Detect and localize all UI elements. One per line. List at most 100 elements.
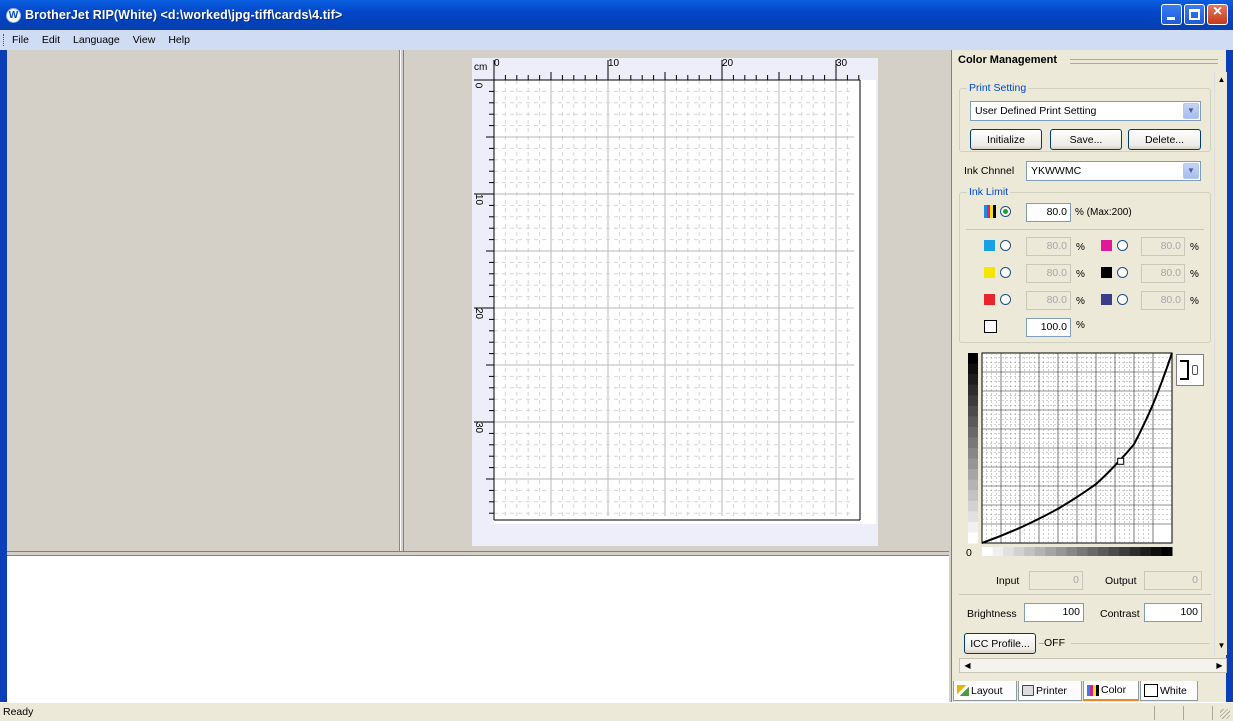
print-setting-select[interactable]: User Defined Print Setting ▼: [970, 101, 1201, 121]
scroll-right-icon[interactable]: ▶: [1212, 659, 1227, 672]
ink-channel-select[interactable]: YKWWMC ▼: [1026, 161, 1201, 181]
blue-radio[interactable]: [1117, 294, 1128, 305]
menu-view[interactable]: View: [133, 34, 156, 46]
black-radio[interactable]: [1117, 267, 1128, 278]
curve-control-point[interactable]: [1117, 457, 1125, 465]
output-field[interactable]: 0: [1144, 571, 1202, 590]
divider: [1071, 643, 1209, 644]
tone-curve-editor[interactable]: [964, 350, 1176, 562]
icc-state-text: OFF: [1044, 637, 1065, 649]
status-cell: [1212, 706, 1213, 720]
yellow-swatch-icon: [984, 267, 995, 278]
percent-label: %: [1076, 242, 1085, 253]
ruler-top-label: 30: [836, 58, 848, 69]
save-button[interactable]: Save...: [1050, 129, 1122, 150]
close-icon: ×: [1212, 3, 1223, 20]
printer-icon: [1022, 685, 1034, 696]
black-swatch-icon: [1101, 267, 1112, 278]
scroll-up-icon[interactable]: ▲: [1215, 73, 1228, 88]
menu-edit[interactable]: Edit: [42, 34, 60, 46]
magenta-limit-field[interactable]: 80.0: [1141, 237, 1185, 256]
color-management-panel: Color Management Print Setting User Defi…: [951, 50, 1227, 702]
ruler-grid[interactable]: [472, 58, 878, 546]
white-icon: [1144, 684, 1158, 697]
tab-color[interactable]: Color: [1083, 681, 1139, 701]
chevron-down-icon[interactable]: ▼: [1183, 163, 1199, 179]
thumbnail-pane[interactable]: [7, 50, 400, 551]
white-swatch-icon: [984, 320, 997, 333]
magenta-radio[interactable]: [1117, 240, 1128, 251]
chevron-down-icon[interactable]: ▼: [1183, 103, 1199, 119]
vertical-scrollbar[interactable]: ▲ ▼: [1214, 72, 1227, 655]
all-colors-icon: [984, 205, 996, 218]
percent-label: %: [1076, 269, 1085, 280]
reset-icon: [1192, 365, 1198, 375]
ink-channel-label: Ink Chnnel: [964, 165, 1015, 177]
contrast-field[interactable]: 100: [1144, 603, 1202, 622]
yellow-radio[interactable]: [1000, 267, 1011, 278]
maximize-button[interactable]: [1184, 4, 1205, 25]
maximize-icon: [1189, 9, 1200, 20]
yellow-limit-field[interactable]: 80.0: [1026, 264, 1071, 283]
initialize-button[interactable]: Initialize: [970, 129, 1042, 150]
window-controls: ×: [1161, 3, 1228, 25]
percent-label: %: [1076, 296, 1085, 307]
brightness-field[interactable]: 100: [1024, 603, 1084, 622]
tab-label: White: [1160, 684, 1187, 697]
tab-printer[interactable]: Printer: [1018, 681, 1082, 701]
percent-label: %: [1076, 320, 1085, 331]
ruler-top-label: 20: [722, 58, 734, 69]
menu-file[interactable]: File: [12, 34, 29, 46]
horizontal-scrollbar[interactable]: ◀ ▶: [959, 658, 1227, 673]
ink-limit-total-radio[interactable]: [1000, 206, 1011, 217]
ruler-top-label: 0: [494, 58, 500, 69]
menu-grip-icon[interactable]: [3, 34, 6, 46]
percent-label: %: [1190, 269, 1199, 280]
ruler-left-label: 30: [473, 421, 485, 434]
percent-label: %: [1190, 242, 1199, 253]
ink-limit-total-note: % (Max:200): [1075, 207, 1132, 218]
input-label: Input: [996, 575, 1020, 587]
bracket-icon: [1180, 360, 1189, 380]
ruler-left-label: 0: [472, 82, 484, 89]
panel-tabs: Layout Printer Color White: [953, 681, 1226, 701]
white-limit-field[interactable]: 100.0: [1026, 318, 1071, 337]
black-limit-field[interactable]: 80.0: [1141, 264, 1185, 283]
log-pane: [7, 556, 949, 702]
tab-layout[interactable]: Layout: [953, 681, 1017, 701]
delete-button[interactable]: Delete...: [1128, 129, 1201, 150]
close-button[interactable]: ×: [1207, 3, 1228, 25]
menu-language[interactable]: Language: [73, 34, 120, 46]
scroll-left-icon[interactable]: ◀: [960, 659, 975, 672]
red-radio[interactable]: [1000, 294, 1011, 305]
scroll-down-icon[interactable]: ▼: [1215, 639, 1228, 654]
panel-title: Color Management: [958, 54, 1058, 66]
status-bar: Ready: [0, 702, 1233, 721]
color-icon: [1087, 684, 1099, 696]
app-icon[interactable]: W: [6, 7, 21, 23]
ink-limit-total-field[interactable]: 80.0: [1026, 203, 1071, 222]
print-setting-value: User Defined Print Setting: [975, 105, 1097, 117]
cyan-limit-field[interactable]: 80.0: [1026, 237, 1071, 256]
cyan-radio[interactable]: [1000, 240, 1011, 251]
blue-swatch-icon: [1101, 294, 1112, 305]
tab-label: Layout: [971, 684, 1003, 697]
icc-state: OFF: [1039, 637, 1065, 649]
tab-label: Printer: [1036, 684, 1067, 697]
panel-title-grip[interactable]: [1070, 59, 1218, 64]
ruler-left-label: 10: [473, 193, 485, 206]
menu-help[interactable]: Help: [168, 34, 190, 46]
resize-grip-icon[interactable]: [1220, 709, 1230, 719]
red-limit-field[interactable]: 80.0: [1026, 291, 1071, 310]
status-cell: [1183, 706, 1184, 720]
ruler-unit: cm: [474, 62, 488, 73]
print-canvas: cm 0 10 20 30 0 10 20 30: [472, 58, 878, 546]
tab-white[interactable]: White: [1140, 681, 1198, 701]
blue-limit-field[interactable]: 80.0: [1141, 291, 1185, 310]
curve-reset-button[interactable]: [1176, 354, 1204, 386]
icc-profile-button[interactable]: ICC Profile...: [964, 633, 1036, 654]
minimize-button[interactable]: [1161, 4, 1182, 25]
ruler-left-label: 20: [473, 307, 485, 320]
input-field[interactable]: 0: [1029, 571, 1083, 590]
brightness-label: Brightness: [967, 608, 1017, 620]
